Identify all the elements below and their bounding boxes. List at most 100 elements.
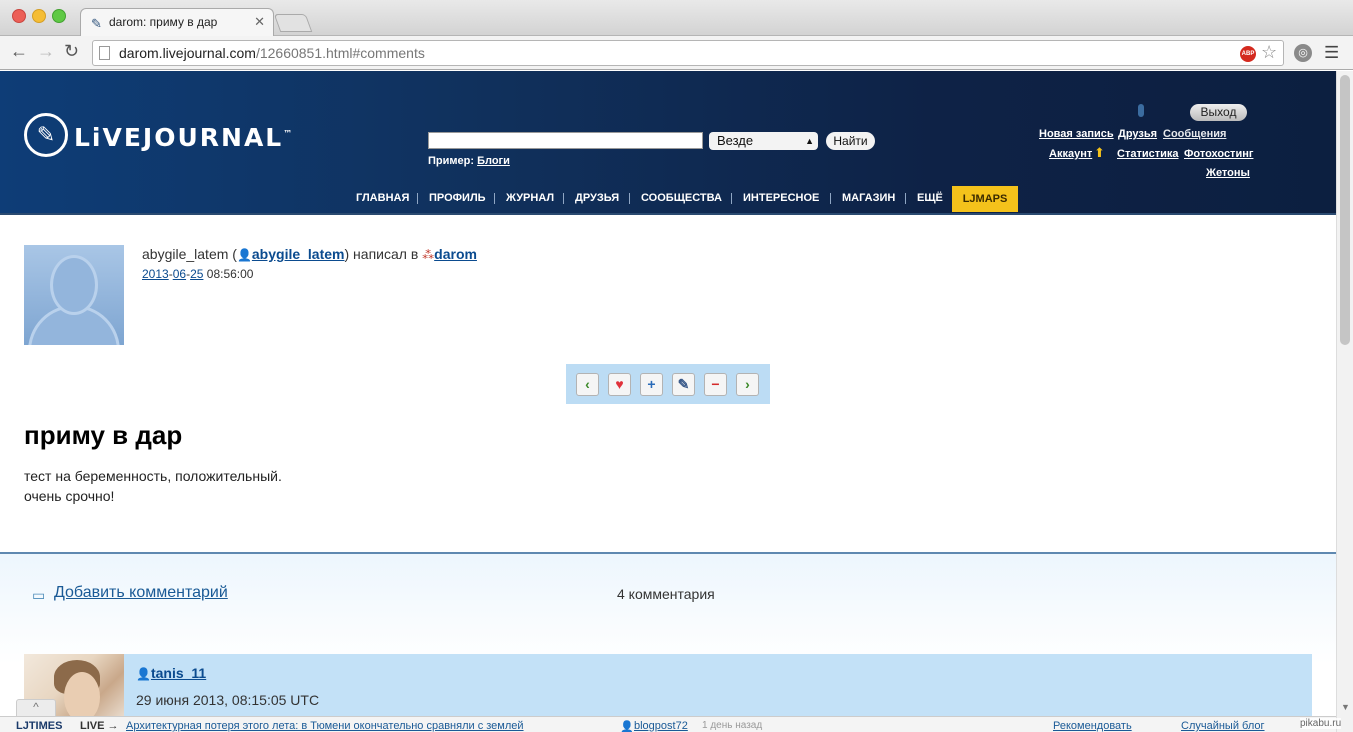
edit-tags-icon[interactable]: ✎ — [672, 373, 695, 396]
nav-separator — [494, 193, 495, 204]
community-icon[interactable]: ⁂ — [422, 248, 434, 262]
window-close-button[interactable] — [12, 9, 26, 23]
nav-separator — [629, 193, 630, 204]
scrollbar-thumb[interactable] — [1340, 75, 1350, 345]
messages-link[interactable]: Сообщения — [1163, 128, 1235, 140]
browser-toolbar: ← → ↻ darom.livejournal.com/12660851.htm… — [0, 36, 1353, 70]
forward-arrow-icon[interactable]: → — [37, 41, 55, 62]
account-upgrade-icon: ⬆ — [1094, 145, 1105, 160]
comment-date: 29 июня 2013, 08:15:05 UTC — [136, 692, 320, 708]
nav-interesting[interactable]: ИНТЕРЕСНОЕ — [743, 192, 819, 204]
friends-link[interactable]: Друзья — [1118, 128, 1157, 140]
search-example: Пример: Блоги — [428, 155, 510, 167]
date-day-link[interactable]: 25 — [190, 267, 203, 281]
select-arrows-icon: ▲ — [805, 136, 814, 146]
headline-author-icon: 👤 — [620, 721, 634, 732]
commenter-line: 👤tanis_11 — [136, 665, 206, 681]
date-year-link[interactable]: 2013 — [142, 267, 169, 281]
photo-hosting-link[interactable]: Фотохостинг — [1184, 148, 1253, 160]
lj-header: ✎ LiVEJOURNAL™ Везде ▲ Найти Пример: Бло… — [0, 71, 1336, 213]
account-link[interactable]: Аккаунт — [1049, 148, 1092, 160]
live-label: LIVE → — [80, 720, 119, 732]
commenter-link[interactable]: tanis_11 — [151, 665, 206, 681]
tab-close-icon[interactable]: ✕ — [254, 14, 265, 30]
remove-minus-icon[interactable]: − — [704, 373, 727, 396]
ljtimes-headline-link[interactable]: Архитектурная потеря этого лета: в Тюмен… — [126, 720, 524, 732]
avatar-silhouette-head — [50, 255, 98, 315]
nav-communities[interactable]: СООБЩЕСТВА — [641, 192, 722, 204]
nav-separator — [830, 193, 831, 204]
watermark: pikabu.ru — [1300, 718, 1342, 729]
entry-actions-bar: ‹ ♥ + ✎ − › — [566, 364, 770, 404]
livejournal-logo[interactable]: LiVEJOURNAL™ — [74, 123, 294, 152]
user-icon[interactable]: 👤 — [237, 248, 252, 262]
random-blog-link[interactable]: Случайный блог — [1181, 720, 1265, 732]
browser-tab-active[interactable]: ✎ darom: приму в дар ✕ — [80, 8, 274, 36]
comment-count: 4 комментария — [617, 586, 715, 602]
page-icon — [99, 46, 110, 60]
nav-ljmaps[interactable]: LJMAPS — [952, 186, 1018, 212]
new-tab-button[interactable] — [273, 14, 313, 32]
entry-author-line: abygile_latem (👤abygile_latem) написал в… — [142, 246, 477, 262]
livejournal-pencil-icon: ✎ — [91, 16, 102, 31]
browser-titlebar: ✎ darom: приму в дар ✕ — [0, 0, 1353, 36]
nav-separator — [417, 193, 418, 204]
main-nav: ГЛАВНАЯ ПРОФИЛЬ ЖУРНАЛ ДРУЗЬЯ СООБЩЕСТВА… — [0, 186, 1336, 212]
reload-icon[interactable]: ↻ — [64, 41, 79, 62]
prev-entry-arrow-icon[interactable]: ‹ — [576, 373, 599, 396]
nav-profile[interactable]: ПРОФИЛЬ — [429, 192, 486, 204]
bookmark-star-icon[interactable]: ☆ — [1261, 42, 1277, 63]
nav-friends[interactable]: ДРУЗЬЯ — [575, 192, 619, 204]
window-maximize-button[interactable] — [52, 9, 66, 23]
notification-icon[interactable] — [1138, 104, 1144, 117]
nav-more[interactable]: ЕЩЁ — [917, 192, 943, 204]
ljtimes-logo[interactable]: LJTIMES — [16, 720, 62, 732]
ljtimes-bar: LJTIMES LIVE → Архитектурная потеря этог… — [0, 716, 1336, 732]
new-post-link[interactable]: Новая запись — [1039, 128, 1114, 140]
browser-menu-icon[interactable]: ☰ — [1324, 43, 1339, 63]
adblock-icon[interactable]: ABP — [1240, 46, 1256, 62]
address-bar[interactable]: darom.livejournal.com/12660851.html#comm… — [92, 40, 1284, 66]
search-button[interactable]: Найти — [826, 132, 875, 150]
add-to-memories-heart-icon[interactable]: ♥ — [608, 373, 631, 396]
community-link[interactable]: darom — [434, 246, 477, 262]
nav-journal[interactable]: ЖУРНАЛ — [506, 192, 554, 204]
url-text[interactable]: darom.livejournal.com/12660851.html#comm… — [119, 45, 425, 61]
stats-link[interactable]: Статистика — [1117, 148, 1179, 160]
comment-bubble-icon: ▭ — [32, 587, 46, 603]
next-entry-arrow-icon[interactable]: › — [736, 373, 759, 396]
header-divider — [0, 213, 1336, 215]
page-viewport: ✎ LiVEJOURNAL™ Везде ▲ Найти Пример: Бло… — [0, 71, 1336, 732]
author-avatar[interactable] — [24, 245, 124, 345]
entry-title: приму в дар — [24, 420, 183, 450]
nav-separator — [905, 193, 906, 204]
logout-button[interactable]: Выход — [1190, 104, 1247, 121]
search-scope-select[interactable]: Везде ▲ — [709, 132, 818, 150]
example-link-blogs[interactable]: Блоги — [477, 155, 510, 167]
author-link[interactable]: abygile_latem — [252, 246, 345, 262]
extension-icon[interactable]: ◎ — [1294, 44, 1312, 62]
entry-body: тест на беременность, положительный. оче… — [24, 466, 282, 506]
date-month-link[interactable]: 06 — [173, 267, 186, 281]
nav-separator — [731, 193, 732, 204]
tab-title: darom: приму в дар — [109, 15, 218, 29]
search-scope-value: Везде — [717, 133, 754, 148]
scroll-down-arrow-icon[interactable]: ▼ — [1341, 702, 1350, 712]
search-input[interactable] — [428, 132, 703, 149]
nav-shop[interactable]: МАГАЗИН — [842, 192, 895, 204]
nav-home[interactable]: ГЛАВНАЯ — [356, 192, 409, 204]
window-minimize-button[interactable] — [32, 9, 46, 23]
headline-age: 1 день назад — [702, 720, 763, 731]
avatar-photo-face — [64, 672, 100, 722]
nav-separator — [563, 193, 564, 204]
entry-date: 2013-06-25 08:56:00 — [142, 267, 254, 281]
recommend-link[interactable]: Рекомендовать — [1053, 720, 1132, 732]
add-friend-plus-icon[interactable]: + — [640, 373, 663, 396]
livejournal-logo-icon[interactable]: ✎ — [24, 113, 68, 157]
user-icon[interactable]: 👤 — [136, 667, 151, 681]
headline-author-link[interactable]: blogpost72 — [634, 720, 688, 732]
page-scrollbar[interactable]: ▼ — [1336, 71, 1353, 732]
tokens-link[interactable]: Жетоны — [1206, 167, 1250, 179]
back-arrow-icon[interactable]: ← — [10, 41, 28, 62]
add-comment-link[interactable]: Добавить комментарий — [54, 584, 228, 602]
